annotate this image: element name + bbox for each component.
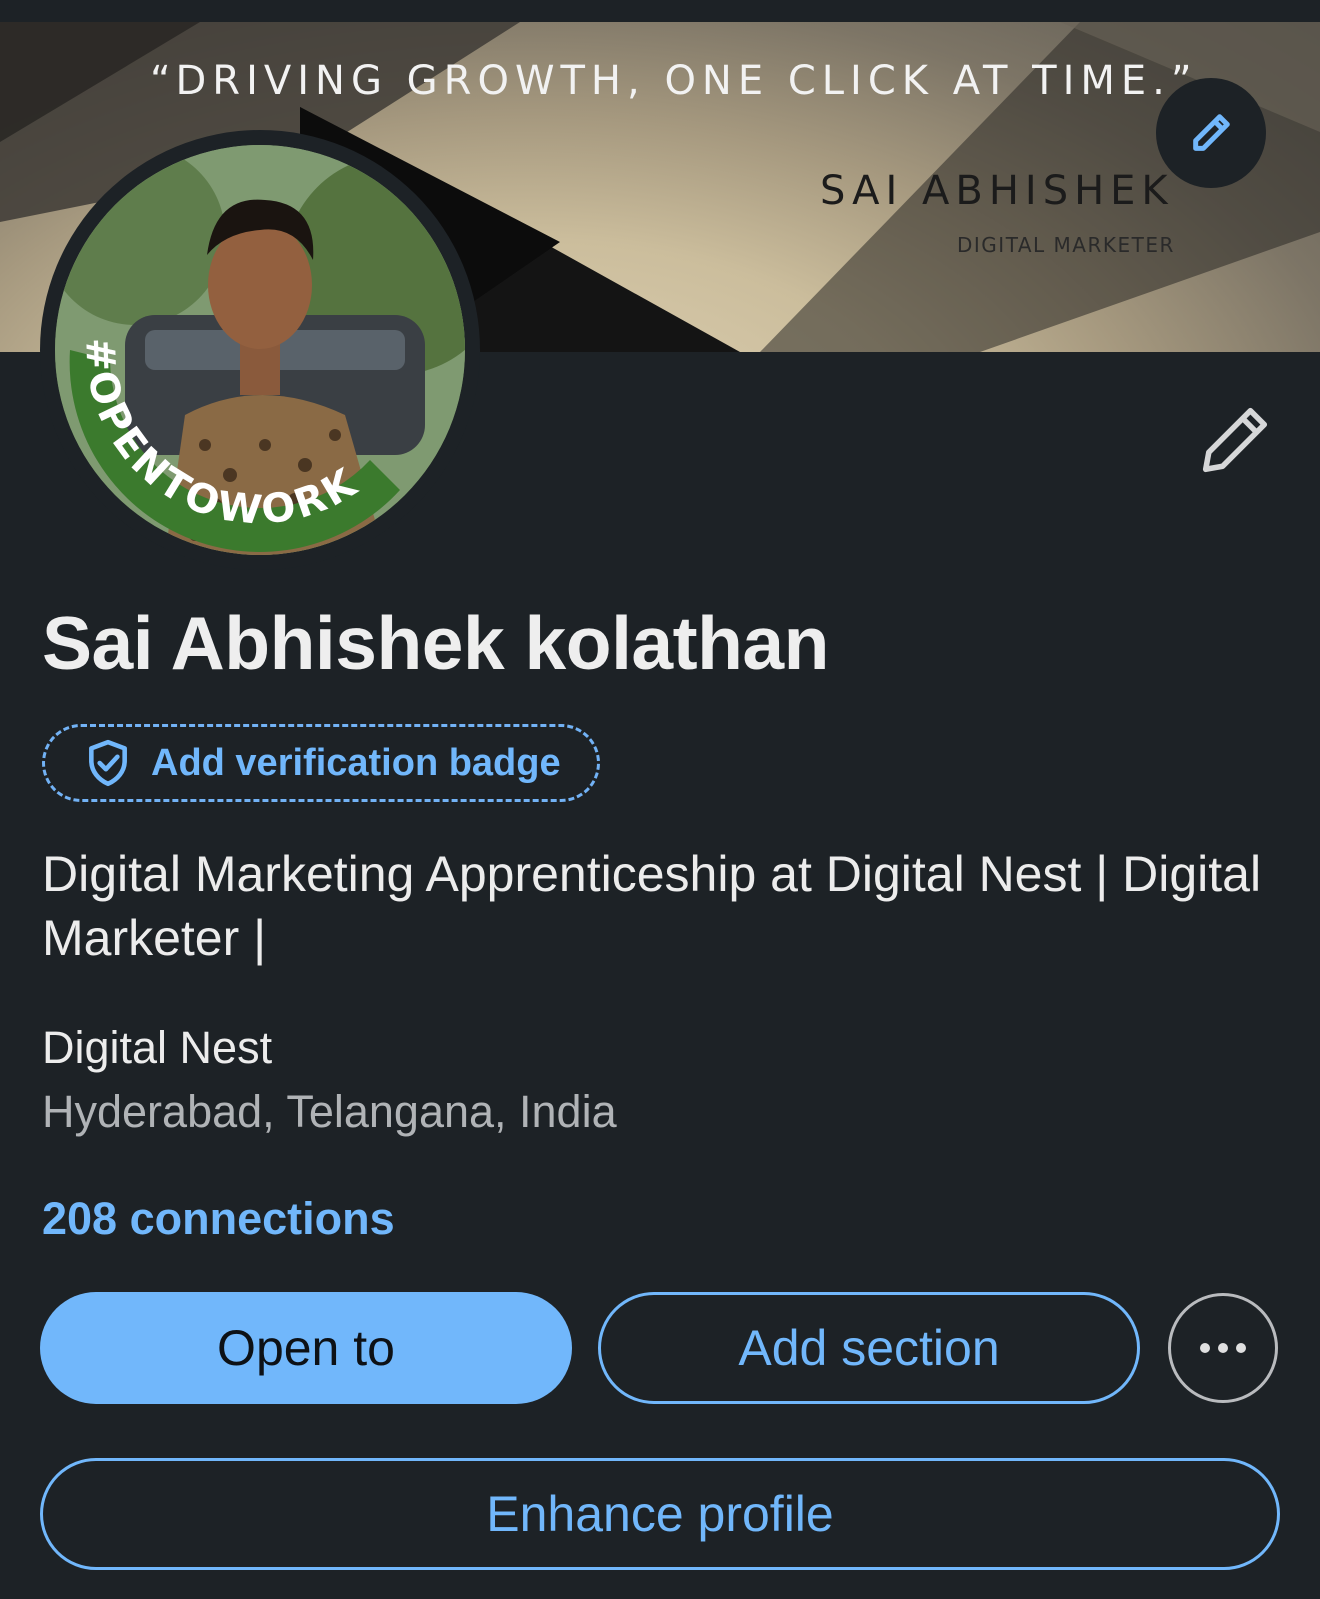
connections-link[interactable]: 208 connections [42, 1193, 395, 1245]
status-bar [0, 0, 1320, 22]
current-company[interactable]: Digital Nest [42, 1022, 272, 1074]
enhance-profile-button[interactable]: Enhance profile [40, 1458, 1280, 1570]
ellipsis-dot [1236, 1343, 1246, 1353]
profile-photo[interactable]: #OPENTOWORK [40, 130, 480, 570]
banner-quote: “DRIVING GROWTH, ONE CLICK AT TIME.” [150, 58, 1198, 104]
banner-name: SAI ABHISHEK [820, 168, 1174, 214]
more-button[interactable] [1168, 1293, 1278, 1403]
banner-title: DIGITAL MARKETER [957, 233, 1175, 257]
profile-headline: Digital Marketing Apprenticeship at Digi… [42, 846, 1262, 966]
profile-location: Hyderabad, Telangana, India [42, 1086, 617, 1137]
pencil-icon [1202, 407, 1268, 473]
open-to-button[interactable]: Open to [40, 1292, 572, 1404]
edit-cover-button[interactable] [1156, 78, 1266, 188]
edit-profile-button[interactable] [1190, 395, 1280, 485]
verification-label: Add verification badge [151, 741, 561, 784]
pencil-icon [1193, 114, 1230, 151]
svg-text:#OPENTOWORK: #OPENTOWORK [76, 337, 366, 534]
shield-check-icon [83, 738, 133, 788]
add-verification-badge-button[interactable]: Add verification badge [42, 724, 600, 802]
add-section-button[interactable]: Add section [598, 1292, 1140, 1404]
ellipsis-icon [1200, 1343, 1210, 1353]
opentowork-text: #OPENTOWORK [76, 337, 363, 534]
profile-name: Sai Abhishek kolathan [42, 601, 829, 685]
opentowork-frame: #OPENTOWORK [69, 337, 400, 552]
ellipsis-dot [1218, 1343, 1228, 1353]
